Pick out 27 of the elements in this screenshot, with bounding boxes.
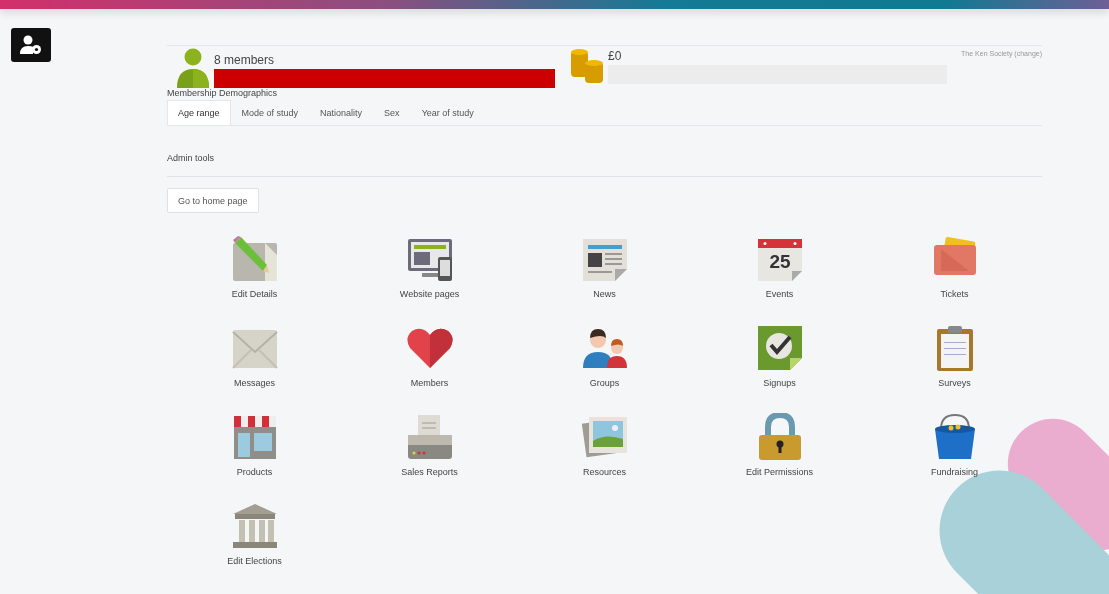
demographics-tab[interactable]: Nationality — [309, 100, 374, 125]
admin-tool-link[interactable]: Fundraising — [867, 413, 1042, 477]
demographics-title: Membership Demographics — [167, 88, 279, 98]
admin-tool-link[interactable]: News — [517, 235, 692, 299]
funds-amount: £0 — [608, 49, 623, 63]
admin-tool-link[interactable]: Tickets — [867, 235, 1042, 299]
demographics-tab[interactable]: Sex — [373, 100, 411, 125]
admin-tool-link[interactable]: 25 Events — [692, 235, 867, 299]
admin-tool-link[interactable]: Edit Details — [167, 235, 342, 299]
demographics-tab[interactable]: Age range — [167, 100, 231, 125]
member-count: 8 members — [214, 53, 276, 67]
admin-tool-link[interactable]: Members — [342, 324, 517, 388]
admin-tool-link[interactable]: Edit Elections — [167, 502, 342, 566]
admin-tool-link[interactable]: Products — [167, 413, 342, 477]
admin-tool-link[interactable]: Resources — [517, 413, 692, 477]
admin-tool-link[interactable]: Surveys — [867, 324, 1042, 388]
admin-tool-link[interactable]: Groups — [517, 324, 692, 388]
admin-tool-link[interactable]: Signups — [692, 324, 867, 388]
admin-tool-link[interactable]: Edit Permissions — [692, 413, 867, 477]
admin-tool-link[interactable]: Sales Reports — [342, 413, 517, 477]
admin-tool-link[interactable]: Messages — [167, 324, 342, 388]
home-page-button[interactable]: Go to home page — [167, 188, 259, 213]
calendar-day-number: 25 — [768, 251, 791, 272]
admin-tool-link[interactable]: Website pages — [342, 235, 517, 299]
demographics-tab[interactable]: Mode of study — [230, 100, 310, 125]
admin-tools-title: Admin tools — [167, 153, 1042, 177]
demographics-tab[interactable]: Year of study — [410, 100, 485, 125]
